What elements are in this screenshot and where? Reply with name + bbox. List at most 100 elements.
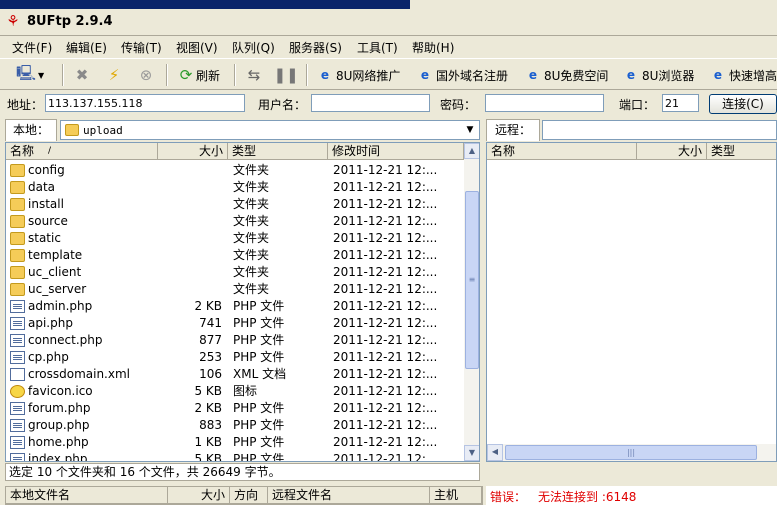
scroll-left-icon[interactable]: ◀	[487, 444, 503, 461]
file-modified: 2011-12-21 12:...	[333, 299, 438, 313]
stop-button[interactable]: ⊗	[136, 64, 156, 86]
file-row[interactable]: uc_server 文件夹 2011-12-21 12:...	[6, 281, 464, 298]
file-row[interactable]: admin.php 2 KB PHP 文件 2011-12-21 12:...	[6, 298, 464, 315]
php-file-icon	[10, 419, 25, 432]
queue-column-direction[interactable]: 方向	[230, 487, 268, 504]
link-label: 8U网络推广	[336, 68, 401, 83]
menu-server[interactable]: 服务器(S)	[289, 39, 342, 56]
file-type: PHP 文件	[233, 316, 285, 330]
scroll-up-icon[interactable]: ▲	[464, 143, 479, 159]
queue-column-size[interactable]: 大小	[168, 487, 230, 504]
file-row[interactable]: data 文件夹 2011-12-21 12:...	[6, 179, 464, 196]
menu-transfer[interactable]: 传输(T)	[121, 39, 162, 56]
file-row[interactable]: cp.php 253 PHP 文件 2011-12-21 12:...	[6, 349, 464, 366]
horizontal-scrollbar[interactable]: ◀ |||	[487, 444, 776, 461]
file-size: 106	[199, 367, 222, 381]
php-file-icon	[10, 453, 25, 461]
folder-icon	[10, 232, 25, 245]
queue-list: 本地文件名 大小 方向 远程文件名 主机	[5, 486, 483, 505]
queue-column-remote[interactable]: 远程文件名	[268, 487, 430, 504]
file-row[interactable]: install 文件夹 2011-12-21 12:...	[6, 196, 464, 213]
toolbar-separator	[234, 64, 236, 86]
scroll-down-icon[interactable]: ▼	[464, 445, 479, 461]
file-row[interactable]: static 文件夹 2011-12-21 12:...	[6, 230, 464, 247]
file-size: 2 KB	[194, 299, 222, 313]
link-fast-height[interactable]: e 快速增高	[711, 64, 777, 86]
menu-tools[interactable]: 工具(T)	[357, 39, 398, 56]
title-bar: ⚘ 8UFtp 2.9.4	[0, 0, 777, 36]
file-row[interactable]: connect.php 877 PHP 文件 2011-12-21 12:...	[6, 332, 464, 349]
lightning-icon: ⚡	[108, 66, 120, 84]
file-row[interactable]: config 文件夹 2011-12-21 12:...	[6, 162, 464, 179]
file-row[interactable]: home.php 1 KB PHP 文件 2011-12-21 12:...	[6, 434, 464, 451]
file-row[interactable]: uc_client 文件夹 2011-12-21 12:...	[6, 264, 464, 281]
connect-button[interactable]: 连接(C)	[709, 94, 777, 114]
column-type[interactable]: 类型	[228, 143, 328, 160]
remote-column-name[interactable]: 名称	[487, 143, 637, 160]
refresh-label: 刷新	[196, 68, 221, 83]
vertical-scrollbar[interactable]: ▲ ≡ ▼	[464, 143, 479, 461]
scroll-thumb[interactable]: ≡	[465, 191, 479, 369]
file-row[interactable]: forum.php 2 KB PHP 文件 2011-12-21 12:...	[6, 400, 464, 417]
horizontal-scroll-thumb[interactable]: |||	[505, 445, 757, 460]
address-input[interactable]	[45, 94, 245, 112]
username-input[interactable]	[311, 94, 430, 112]
file-modified: 2011-12-21 12:...	[333, 231, 438, 245]
column-name[interactable]: 名称 /	[6, 143, 158, 160]
reconnect-button[interactable]: ⇆	[244, 64, 264, 86]
link-8u-browser[interactable]: e 8U浏览器	[624, 64, 695, 86]
pause-button[interactable]: ❚❚	[273, 64, 299, 86]
toolbar-separator	[62, 64, 64, 86]
file-type: PHP 文件	[233, 333, 285, 347]
queue-column-local[interactable]: 本地文件名	[6, 487, 168, 504]
file-row[interactable]: api.php 741 PHP 文件 2011-12-21 12:...	[6, 315, 464, 332]
menu-file[interactable]: 文件(F)	[12, 39, 52, 56]
file-row[interactable]: index.php 5 KB PHP 文件 2011-12-21 12:...	[6, 451, 464, 461]
remote-path-combo[interactable]	[542, 120, 777, 140]
file-name: uc_client	[28, 265, 82, 279]
port-input[interactable]	[662, 94, 699, 112]
file-row[interactable]: crossdomain.xml 106 XML 文档 2011-12-21 12:..…	[6, 366, 464, 383]
menu-queue[interactable]: 队列(Q)	[232, 39, 275, 56]
remote-column-size[interactable]: 大小	[637, 143, 707, 160]
refresh-button[interactable]: ⟳ 刷新	[176, 64, 220, 86]
link-8u-promotion[interactable]: e 8U网络推广	[318, 64, 401, 86]
menu-edit[interactable]: 编辑(E)	[66, 39, 107, 56]
link-8u-free-space[interactable]: e 8U免费空间	[526, 64, 609, 86]
file-type: 图标	[233, 384, 258, 398]
file-modified: 2011-12-21 12:...	[333, 316, 438, 330]
site-manager-button[interactable]: 🖳 ▼	[16, 64, 44, 86]
file-row[interactable]: favicon.ico 5 KB 图标 2011-12-21 12:...	[6, 383, 464, 400]
remote-file-list: 名称 大小 类型 ◀ |||	[486, 142, 777, 462]
file-size: 2 KB	[194, 401, 222, 415]
file-name: config	[28, 163, 65, 177]
file-modified: 2011-12-21 12:...	[333, 282, 438, 296]
toolbar-separator	[166, 64, 168, 86]
menu-view[interactable]: 视图(V)	[176, 39, 218, 56]
quick-connect-button[interactable]: ⚡	[104, 64, 124, 86]
queue-column-host[interactable]: 主机	[430, 487, 482, 504]
local-path-combo[interactable]: upload ▼	[60, 120, 480, 140]
file-row[interactable]: group.php 883 PHP 文件 2011-12-21 12:...	[6, 417, 464, 434]
php-file-icon	[10, 402, 25, 415]
image-file-icon	[10, 385, 25, 398]
file-name: data	[28, 180, 56, 194]
column-name-label: 名称	[10, 144, 35, 158]
link-domain-register[interactable]: e 国外域名注册	[418, 64, 508, 86]
file-row[interactable]: template 文件夹 2011-12-21 12:...	[6, 247, 464, 264]
browser-icon: e	[420, 68, 430, 82]
menu-help[interactable]: 帮助(H)	[412, 39, 454, 56]
window-title: 8UFtp 2.9.4	[27, 14, 113, 29]
disconnect-button[interactable]: ✖	[72, 64, 92, 86]
local-status: 选定 10 个文件夹和 16 个文件，共 26649 字节。	[5, 463, 480, 481]
remote-column-type[interactable]: 类型	[707, 143, 776, 160]
password-input[interactable]	[485, 94, 604, 112]
column-size[interactable]: 大小	[158, 143, 228, 160]
title-divider	[0, 35, 777, 36]
chevron-down-icon[interactable]: ▼	[462, 122, 478, 138]
pause-icon: ❚❚	[273, 66, 299, 84]
file-row[interactable]: source 文件夹 2011-12-21 12:...	[6, 213, 464, 230]
column-modified[interactable]: 修改时间	[328, 143, 464, 160]
link-label: 国外域名注册	[436, 68, 509, 83]
remote-path-bar: 远程：	[486, 119, 777, 141]
